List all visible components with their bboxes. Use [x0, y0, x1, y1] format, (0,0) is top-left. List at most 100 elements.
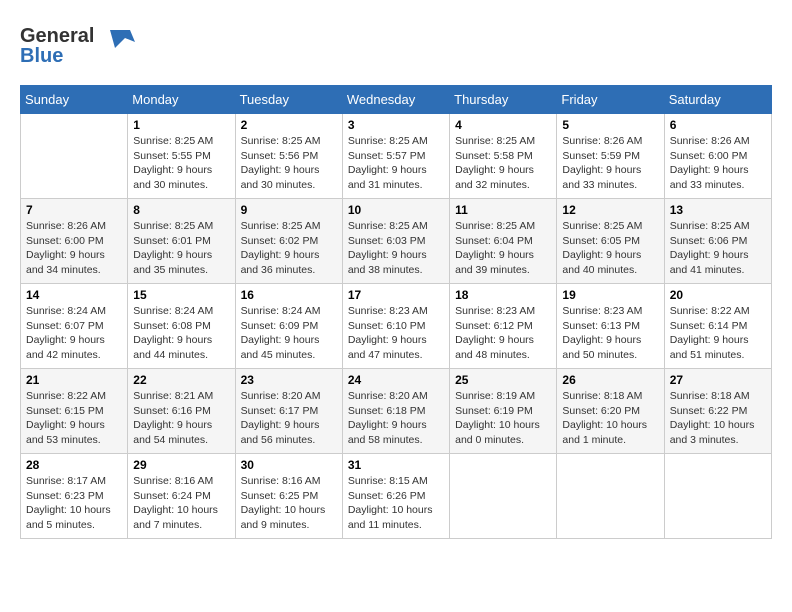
- calendar-table: SundayMondayTuesdayWednesdayThursdayFrid…: [20, 85, 772, 539]
- day-number: 18: [455, 288, 551, 302]
- calendar-week-row: 28 Sunrise: 8:17 AMSunset: 6:23 PMDayligh…: [21, 454, 772, 539]
- day-info: Sunrise: 8:23 AMSunset: 6:10 PMDaylight:…: [348, 304, 444, 363]
- calendar-day-header: Saturday: [664, 86, 771, 114]
- svg-text:General: General: [20, 25, 94, 47]
- day-info: Sunrise: 8:24 AMSunset: 6:08 PMDaylight:…: [133, 304, 229, 363]
- day-info: Sunrise: 8:22 AMSunset: 6:14 PMDaylight:…: [670, 304, 766, 363]
- calendar-day-cell: 15 Sunrise: 8:24 AMSunset: 6:08 PMDayligh…: [128, 284, 235, 369]
- calendar-day-cell: 6 Sunrise: 8:26 AMSunset: 6:00 PMDaylight…: [664, 114, 771, 199]
- calendar-day-header: Tuesday: [235, 86, 342, 114]
- day-info: Sunrise: 8:25 AMSunset: 6:02 PMDaylight:…: [241, 219, 337, 278]
- calendar-day-cell: 22Sunrise: 8:21 AMSunset: 6:16 PMDayligh…: [128, 369, 235, 454]
- calendar-day-cell: 13 Sunrise: 8:25 AMSunset: 6:06 PMDayligh…: [664, 199, 771, 284]
- calendar-day-cell: 12Sunrise: 8:25 AMSunset: 6:05 PMDayligh…: [557, 199, 664, 284]
- day-info: Sunrise: 8:22 AMSunset: 6:15 PMDaylight:…: [26, 389, 122, 448]
- calendar-day-cell: 8Sunrise: 8:25 AMSunset: 6:01 PMDaylight…: [128, 199, 235, 284]
- calendar-day-cell: 2Sunrise: 8:25 AMSunset: 5:56 PMDaylight…: [235, 114, 342, 199]
- day-number: 28: [26, 458, 122, 472]
- calendar-week-row: 7 Sunrise: 8:26 AMSunset: 6:00 PMDaylight…: [21, 199, 772, 284]
- day-info: Sunrise: 8:25 AMSunset: 5:55 PMDaylight:…: [133, 134, 229, 193]
- day-info: Sunrise: 8:24 AMSunset: 6:07 PMDaylight:…: [26, 304, 122, 363]
- calendar-day-cell: [557, 454, 664, 539]
- calendar-week-row: 1Sunrise: 8:25 AMSunset: 5:55 PMDaylight…: [21, 114, 772, 199]
- calendar-week-row: 21 Sunrise: 8:22 AMSunset: 6:15 PMDayligh…: [21, 369, 772, 454]
- calendar-day-cell: 31Sunrise: 8:15 AMSunset: 6:26 PMDayligh…: [342, 454, 449, 539]
- calendar-day-cell: 7 Sunrise: 8:26 AMSunset: 6:00 PMDaylight…: [21, 199, 128, 284]
- day-number: 6: [670, 118, 766, 132]
- day-number: 7: [26, 203, 122, 217]
- calendar-day-cell: 24 Sunrise: 8:20 AMSunset: 6:18 PMDayligh…: [342, 369, 449, 454]
- day-number: 5: [562, 118, 658, 132]
- day-info: Sunrise: 8:20 AMSunset: 6:17 PMDaylight:…: [241, 389, 337, 448]
- day-info: Sunrise: 8:26 AMSunset: 5:59 PMDaylight:…: [562, 134, 658, 193]
- day-number: 26: [562, 373, 658, 387]
- calendar-day-cell: 1Sunrise: 8:25 AMSunset: 5:55 PMDaylight…: [128, 114, 235, 199]
- day-info: Sunrise: 8:26 AMSunset: 6:00 PMDaylight:…: [670, 134, 766, 193]
- day-number: 25: [455, 373, 551, 387]
- day-info: Sunrise: 8:18 AMSunset: 6:20 PMDaylight:…: [562, 389, 658, 448]
- calendar-header-row: SundayMondayTuesdayWednesdayThursdayFrid…: [21, 86, 772, 114]
- day-number: 24: [348, 373, 444, 387]
- day-number: 13: [670, 203, 766, 217]
- logo: General Blue: [20, 20, 150, 75]
- day-info: Sunrise: 8:19 AMSunset: 6:19 PMDaylight:…: [455, 389, 551, 448]
- calendar-day-cell: 9 Sunrise: 8:25 AMSunset: 6:02 PMDaylight…: [235, 199, 342, 284]
- calendar-day-cell: 3Sunrise: 8:25 AMSunset: 5:57 PMDaylight…: [342, 114, 449, 199]
- calendar-day-cell: 21 Sunrise: 8:22 AMSunset: 6:15 PMDayligh…: [21, 369, 128, 454]
- day-info: Sunrise: 8:26 AMSunset: 6:00 PMDaylight:…: [26, 219, 122, 278]
- day-number: 11: [455, 203, 551, 217]
- calendar-day-header: Wednesday: [342, 86, 449, 114]
- day-info: Sunrise: 8:16 AMSunset: 6:25 PMDaylight:…: [241, 474, 337, 533]
- day-info: Sunrise: 8:24 AMSunset: 6:09 PMDaylight:…: [241, 304, 337, 363]
- day-number: 20: [670, 288, 766, 302]
- calendar-day-cell: 30 Sunrise: 8:16 AMSunset: 6:25 PMDayligh…: [235, 454, 342, 539]
- calendar-day-cell: 10Sunrise: 8:25 AMSunset: 6:03 PMDayligh…: [342, 199, 449, 284]
- day-number: 29: [133, 458, 229, 472]
- calendar-day-cell: 27Sunrise: 8:18 AMSunset: 6:22 PMDayligh…: [664, 369, 771, 454]
- day-number: 31: [348, 458, 444, 472]
- day-number: 30: [241, 458, 337, 472]
- calendar-week-row: 14 Sunrise: 8:24 AMSunset: 6:07 PMDayligh…: [21, 284, 772, 369]
- calendar-day-cell: 28 Sunrise: 8:17 AMSunset: 6:23 PMDayligh…: [21, 454, 128, 539]
- day-info: Sunrise: 8:25 AMSunset: 6:05 PMDaylight:…: [562, 219, 658, 278]
- calendar-day-cell: 16 Sunrise: 8:24 AMSunset: 6:09 PMDayligh…: [235, 284, 342, 369]
- day-info: Sunrise: 8:23 AMSunset: 6:12 PMDaylight:…: [455, 304, 551, 363]
- calendar-body: 1Sunrise: 8:25 AMSunset: 5:55 PMDaylight…: [21, 114, 772, 539]
- calendar-day-cell: [450, 454, 557, 539]
- calendar-day-cell: 20 Sunrise: 8:22 AMSunset: 6:14 PMDayligh…: [664, 284, 771, 369]
- calendar-day-cell: 23Sunrise: 8:20 AMSunset: 6:17 PMDayligh…: [235, 369, 342, 454]
- calendar-day-cell: [21, 114, 128, 199]
- calendar-day-header: Friday: [557, 86, 664, 114]
- day-number: 15: [133, 288, 229, 302]
- calendar-day-cell: 26 Sunrise: 8:18 AMSunset: 6:20 PMDayligh…: [557, 369, 664, 454]
- day-number: 3: [348, 118, 444, 132]
- day-number: 16: [241, 288, 337, 302]
- logo-text: General Blue: [20, 20, 150, 75]
- day-number: 4: [455, 118, 551, 132]
- calendar-day-cell: [664, 454, 771, 539]
- day-info: Sunrise: 8:25 AMSunset: 5:58 PMDaylight:…: [455, 134, 551, 193]
- calendar-day-cell: 29 Sunrise: 8:16 AMSunset: 6:24 PMDayligh…: [128, 454, 235, 539]
- page-header: General Blue: [20, 20, 772, 75]
- day-info: Sunrise: 8:16 AMSunset: 6:24 PMDaylight:…: [133, 474, 229, 533]
- day-number: 8: [133, 203, 229, 217]
- day-number: 27: [670, 373, 766, 387]
- day-info: Sunrise: 8:25 AMSunset: 5:56 PMDaylight:…: [241, 134, 337, 193]
- day-info: Sunrise: 8:25 AMSunset: 6:03 PMDaylight:…: [348, 219, 444, 278]
- day-info: Sunrise: 8:23 AMSunset: 6:13 PMDaylight:…: [562, 304, 658, 363]
- day-number: 21: [26, 373, 122, 387]
- day-number: 19: [562, 288, 658, 302]
- day-info: Sunrise: 8:17 AMSunset: 6:23 PMDaylight:…: [26, 474, 122, 533]
- day-info: Sunrise: 8:21 AMSunset: 6:16 PMDaylight:…: [133, 389, 229, 448]
- day-number: 14: [26, 288, 122, 302]
- calendar-day-cell: 11Sunrise: 8:25 AMSunset: 6:04 PMDayligh…: [450, 199, 557, 284]
- day-info: Sunrise: 8:20 AMSunset: 6:18 PMDaylight:…: [348, 389, 444, 448]
- day-info: Sunrise: 8:25 AMSunset: 6:06 PMDaylight:…: [670, 219, 766, 278]
- calendar-day-cell: 25 Sunrise: 8:19 AMSunset: 6:19 PMDayligh…: [450, 369, 557, 454]
- svg-text:Blue: Blue: [20, 45, 63, 67]
- day-number: 17: [348, 288, 444, 302]
- calendar-day-header: Thursday: [450, 86, 557, 114]
- calendar-day-cell: 19 Sunrise: 8:23 AMSunset: 6:13 PMDayligh…: [557, 284, 664, 369]
- day-number: 9: [241, 203, 337, 217]
- calendar-day-cell: 14 Sunrise: 8:24 AMSunset: 6:07 PMDayligh…: [21, 284, 128, 369]
